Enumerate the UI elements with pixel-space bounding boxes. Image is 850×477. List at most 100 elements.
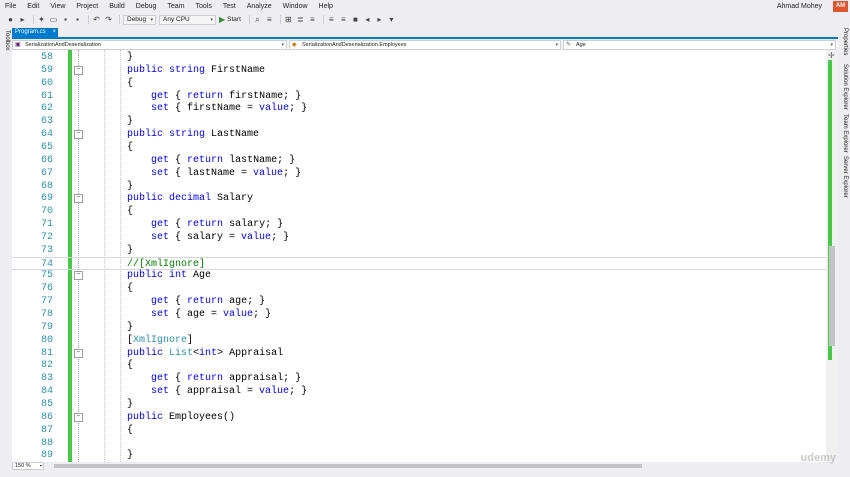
new-project-icon[interactable]: ✦ xyxy=(37,15,46,24)
collapse-icon[interactable]: − xyxy=(74,348,83,358)
code-line[interactable]: 72 set { salary = value; } xyxy=(12,231,826,244)
code-text: get { return lastName; } xyxy=(127,154,295,167)
vertical-scrollbar[interactable]: ✛ xyxy=(826,50,838,462)
bookmark-icon[interactable]: ■ xyxy=(351,15,360,24)
navigate-forward-icon[interactable]: ▸ xyxy=(18,15,27,24)
code-line[interactable]: 74//[XmlIgnore] xyxy=(12,256,826,270)
bookmark-next-icon[interactable]: ▸ xyxy=(375,15,384,24)
code-line[interactable]: 58} xyxy=(12,51,826,64)
format-icon[interactable]: ⊞ xyxy=(284,15,293,24)
menu-item[interactable]: Project xyxy=(71,0,104,13)
code-line[interactable]: 85} xyxy=(12,398,826,411)
avatar[interactable]: AM xyxy=(833,1,848,12)
save-icon[interactable]: ▪ xyxy=(61,15,70,24)
code-token: string xyxy=(169,64,212,76)
menu-item[interactable]: Team xyxy=(162,0,190,13)
indent-icon[interactable]: ≣ xyxy=(296,15,305,24)
code-line[interactable]: 77 get { return age; } xyxy=(12,295,826,308)
zoom-dropdown[interactable]: 150 % ▾ xyxy=(12,462,44,470)
code-token: public xyxy=(127,64,170,76)
close-icon[interactable]: × xyxy=(52,28,56,37)
code-line[interactable]: 60 { xyxy=(12,77,826,90)
code-text: get { return salary; } xyxy=(127,218,283,231)
code-line[interactable]: 64 public string LastName xyxy=(12,128,826,141)
member-dropdown[interactable]: ✎ Age ▾ xyxy=(563,40,836,50)
tab-program-cs[interactable]: Program.cs × xyxy=(12,28,58,37)
code-token: { xyxy=(169,219,188,231)
code-token: Employees() xyxy=(169,411,236,423)
code-line[interactable]: 89} xyxy=(12,449,826,462)
redo-icon[interactable]: ↷ xyxy=(104,15,113,24)
horizontal-scrollbar-thumb[interactable] xyxy=(54,464,642,468)
watermark-logo: udemy xyxy=(800,452,836,464)
bookmark-prev-icon[interactable]: ◂ xyxy=(363,15,372,24)
code-line[interactable]: 59 public string FirstName xyxy=(12,64,826,77)
platform-dropdown[interactable]: Any CPU ▾ xyxy=(159,14,216,25)
line-number: 76 xyxy=(40,283,53,295)
split-icon[interactable]: ✛ xyxy=(828,51,835,60)
collapse-icon[interactable]: − xyxy=(74,194,83,204)
code-line[interactable]: 71 get { return salary; } xyxy=(12,218,826,231)
save-all-icon[interactable]: ▪ xyxy=(73,15,82,24)
open-file-icon[interactable]: ▭ xyxy=(49,15,58,24)
tab-properties-label: Properties xyxy=(842,28,848,56)
collapse-icon[interactable]: − xyxy=(74,271,83,281)
code-line[interactable]: 87 { xyxy=(12,424,826,437)
menu-item[interactable]: Test xyxy=(218,0,242,13)
toolbar-overflow-icon[interactable]: ▾ xyxy=(387,15,396,24)
menu-item[interactable]: File xyxy=(0,0,22,13)
scrollbar-thumb[interactable] xyxy=(829,246,835,346)
line-number: 58 xyxy=(40,52,53,63)
code-line[interactable]: 61 get { return firstName; } xyxy=(12,90,826,103)
outdent-icon[interactable]: ≡ xyxy=(308,15,317,24)
menu-item[interactable]: Debug xyxy=(131,0,163,13)
menu-item[interactable]: Tools xyxy=(191,0,218,13)
code-line[interactable]: 75 public int Age xyxy=(12,269,826,282)
collapse-icon[interactable]: − xyxy=(74,412,83,422)
code-line[interactable]: 76 { xyxy=(12,282,826,295)
start-button[interactable]: ▶ Start xyxy=(219,15,241,24)
comment-icon[interactable]: ≡ xyxy=(327,15,336,24)
code-line[interactable]: 70 { xyxy=(12,205,826,218)
user-name[interactable]: Ahmad Mohey xyxy=(777,0,822,13)
menu-item[interactable]: Edit xyxy=(22,0,45,13)
code-line[interactable]: 73} xyxy=(12,244,826,257)
code-line[interactable]: 80 [XmlIgnore] xyxy=(12,334,826,347)
code-line[interactable]: 62 set { firstName = value; } xyxy=(12,102,826,115)
navigate-back-icon[interactable]: ● xyxy=(6,15,15,24)
line-number: 81 xyxy=(40,347,53,359)
uncomment-icon[interactable]: ≡ xyxy=(339,15,348,24)
configuration-dropdown[interactable]: Debug ▾ xyxy=(123,14,156,25)
code-line[interactable]: 83 get { return appraisal; } xyxy=(12,372,826,385)
code-line[interactable]: 67 set { lastName = value; } xyxy=(12,167,826,180)
step-icon[interactable]: ≡ xyxy=(265,15,274,24)
code-line[interactable]: 81 public List<int> Appraisal xyxy=(12,347,826,360)
class-dropdown[interactable]: ◆ SerializationAndDeserialization.Employ… xyxy=(289,40,561,50)
code-line[interactable]: 82 { xyxy=(12,359,826,372)
toolbox-tab[interactable]: Toolbox xyxy=(1,30,11,54)
menu-item[interactable]: Build xyxy=(104,0,131,13)
code-token: { appraisal = xyxy=(169,386,260,398)
code-line[interactable]: 79} xyxy=(12,321,826,334)
code-line[interactable]: 86 public Employees() xyxy=(12,411,826,424)
tab-server-explorer-label: Server Explorer xyxy=(842,156,848,198)
find-icon[interactable]: ⌕ xyxy=(253,15,262,24)
code-line[interactable]: 65 { xyxy=(12,141,826,154)
code-token: age; } xyxy=(223,296,266,308)
code-line[interactable]: 84 set { appraisal = value; } xyxy=(12,385,826,398)
menu-item[interactable]: Window xyxy=(278,0,314,13)
code-line[interactable]: 69 public decimal Salary xyxy=(12,192,826,205)
menu-item[interactable]: Analyze xyxy=(242,0,278,13)
menu-item[interactable]: Help xyxy=(314,0,339,13)
menu-item[interactable]: View xyxy=(45,0,71,13)
collapse-icon[interactable]: − xyxy=(74,65,83,75)
collapse-icon[interactable]: − xyxy=(74,130,83,140)
code-line[interactable]: 78 set { age = value; } xyxy=(12,308,826,321)
code-editor[interactable]: 58} 59 public string FirstName −60{61 get {… xyxy=(12,50,826,462)
code-line[interactable]: 63} xyxy=(12,115,826,128)
undo-icon[interactable]: ↶ xyxy=(92,15,101,24)
project-dropdown[interactable]: ▣ SerializationAndDeserialization ▾ xyxy=(12,40,287,50)
code-line[interactable]: 66 get { return lastName; } xyxy=(12,154,826,167)
code-line[interactable]: 68} xyxy=(12,180,826,193)
code-line[interactable]: 88 xyxy=(12,437,826,450)
